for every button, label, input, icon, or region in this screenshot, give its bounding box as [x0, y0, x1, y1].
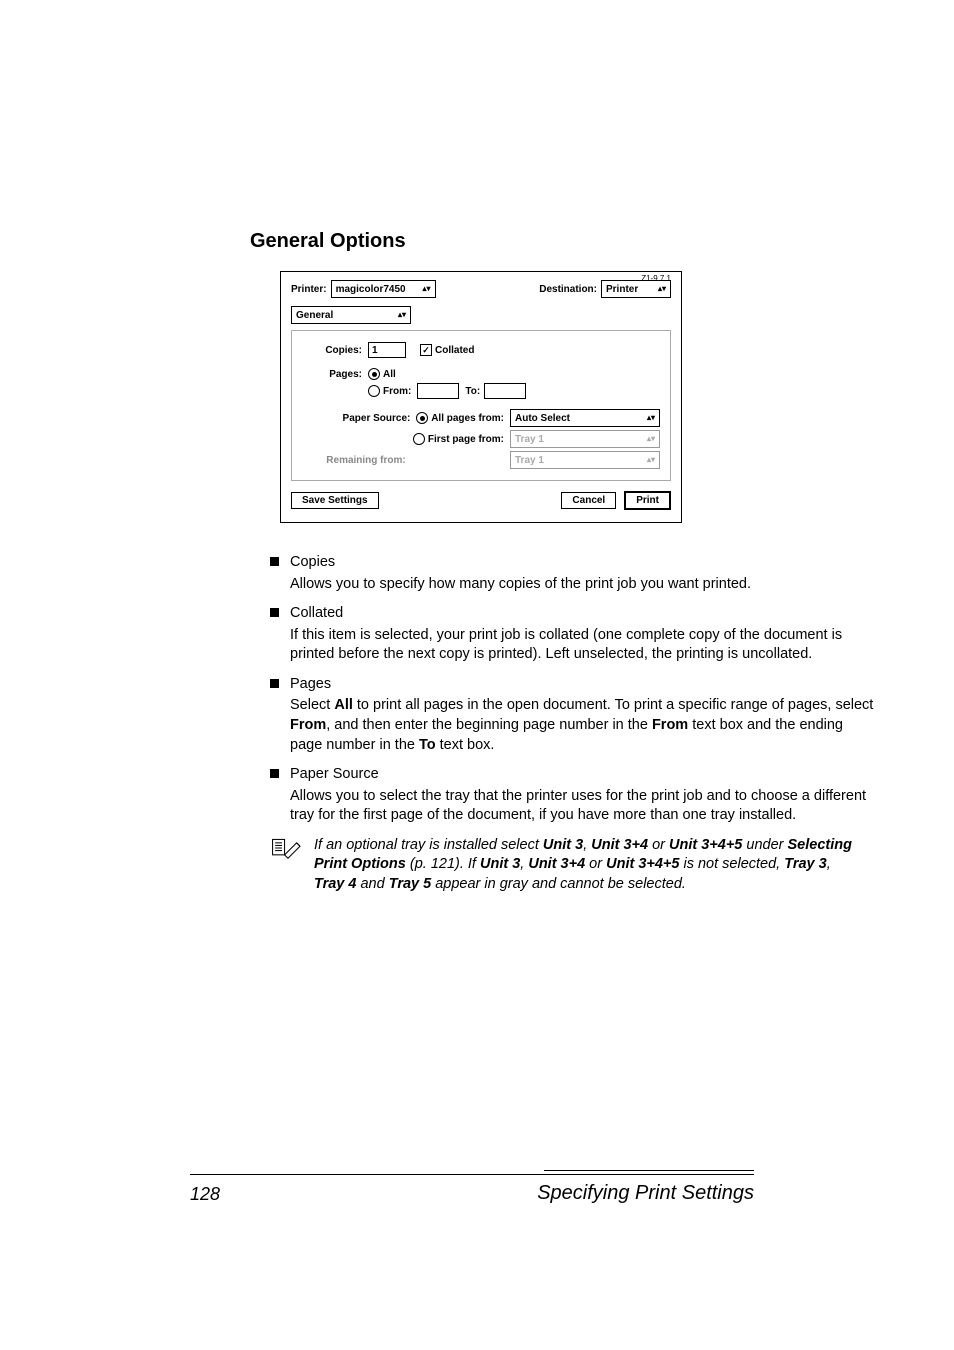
- bullet-desc: If this item is selected, your print job…: [290, 626, 874, 665]
- square-bullet-icon: [270, 608, 279, 617]
- print-button[interactable]: Print: [624, 491, 671, 510]
- updown-icon: ▴▾: [423, 285, 431, 293]
- bullet-desc: Select All to print all pages in the ope…: [290, 696, 874, 755]
- bullet-list: Copies Allows you to specify how many co…: [270, 553, 874, 826]
- list-item: Paper Source Allows you to select the tr…: [270, 765, 874, 826]
- pages-from-input[interactable]: [417, 383, 459, 399]
- save-settings-button[interactable]: Save Settings: [291, 492, 379, 509]
- collated-label: Collated: [435, 345, 474, 356]
- pages-from-radio[interactable]: [368, 385, 380, 397]
- ps-first-select-value: Tray 1: [515, 434, 544, 445]
- bullet-title: Copies: [290, 553, 874, 573]
- panel-select-value: General: [296, 310, 333, 321]
- ps-remaining-select: Tray 1 ▴▾: [510, 451, 660, 469]
- pages-all-label: All: [383, 369, 396, 380]
- ps-first-radio[interactable]: [413, 433, 425, 445]
- list-item: Pages Select All to print all pages in t…: [270, 675, 874, 755]
- bullet-title: Paper Source: [290, 765, 874, 785]
- page-number: 128: [190, 1184, 220, 1205]
- paper-source-label: Paper Source:: [302, 413, 416, 424]
- printer-select-value: magicolor7450: [336, 284, 406, 295]
- updown-icon: ▴▾: [398, 311, 406, 319]
- list-item: Copies Allows you to specify how many co…: [270, 553, 874, 594]
- footer-rule: [190, 1174, 754, 1175]
- ps-first-select: Tray 1 ▴▾: [510, 430, 660, 448]
- square-bullet-icon: [270, 557, 279, 566]
- print-dialog: Z1-9.7.1 Printer: magicolor7450 ▴▾ Desti…: [280, 271, 682, 523]
- note: If an optional tray is installed select …: [270, 836, 874, 895]
- page-title: Specifying Print Settings: [537, 1182, 754, 1205]
- bullet-title: Collated: [290, 604, 874, 624]
- square-bullet-icon: [270, 679, 279, 688]
- cancel-button[interactable]: Cancel: [561, 492, 616, 509]
- bullet-title: Pages: [290, 675, 874, 695]
- copies-label: Copies:: [302, 345, 368, 356]
- copies-input[interactable]: 1: [368, 342, 406, 358]
- destination-label: Destination:: [539, 284, 597, 295]
- pages-label: Pages:: [302, 369, 368, 380]
- printer-label: Printer:: [291, 284, 327, 295]
- ps-all-select-value: Auto Select: [515, 413, 570, 424]
- printer-select[interactable]: magicolor7450 ▴▾: [331, 280, 436, 298]
- updown-icon: ▴▾: [647, 414, 655, 422]
- ps-all-select[interactable]: Auto Select ▴▾: [510, 409, 660, 427]
- list-item: Collated If this item is selected, your …: [270, 604, 874, 665]
- updown-icon: ▴▾: [658, 285, 666, 293]
- footer-rule-short: [544, 1170, 754, 1171]
- bullet-desc: Allows you to select the tray that the p…: [290, 787, 874, 826]
- updown-icon: ▴▾: [647, 456, 655, 464]
- general-group: Copies: 1 ✓ Collated Pages: All From: To…: [291, 330, 671, 481]
- bullet-desc: Allows you to specify how many copies of…: [290, 575, 874, 595]
- section-heading: General Options: [250, 230, 874, 253]
- pages-all-radio[interactable]: [368, 368, 380, 380]
- updown-icon: ▴▾: [647, 435, 655, 443]
- square-bullet-icon: [270, 769, 279, 778]
- panel-select[interactable]: General ▴▾: [291, 306, 411, 324]
- note-body: If an optional tray is installed select …: [314, 836, 874, 895]
- note-icon: [270, 836, 306, 860]
- collated-checkbox[interactable]: ✓: [420, 344, 432, 356]
- destination-select-value: Printer: [606, 284, 638, 295]
- ps-remaining-label: Remaining from:: [302, 455, 412, 466]
- pages-to-label: To:: [465, 386, 480, 397]
- pages-to-input[interactable]: [484, 383, 526, 399]
- ps-first-label: First page from:: [428, 434, 504, 445]
- ps-all-label: All pages from:: [431, 413, 504, 424]
- pages-from-label: From:: [383, 386, 411, 397]
- ps-all-radio[interactable]: [416, 412, 428, 424]
- destination-select[interactable]: Printer ▴▾: [601, 280, 671, 298]
- ps-remaining-select-value: Tray 1: [515, 455, 544, 466]
